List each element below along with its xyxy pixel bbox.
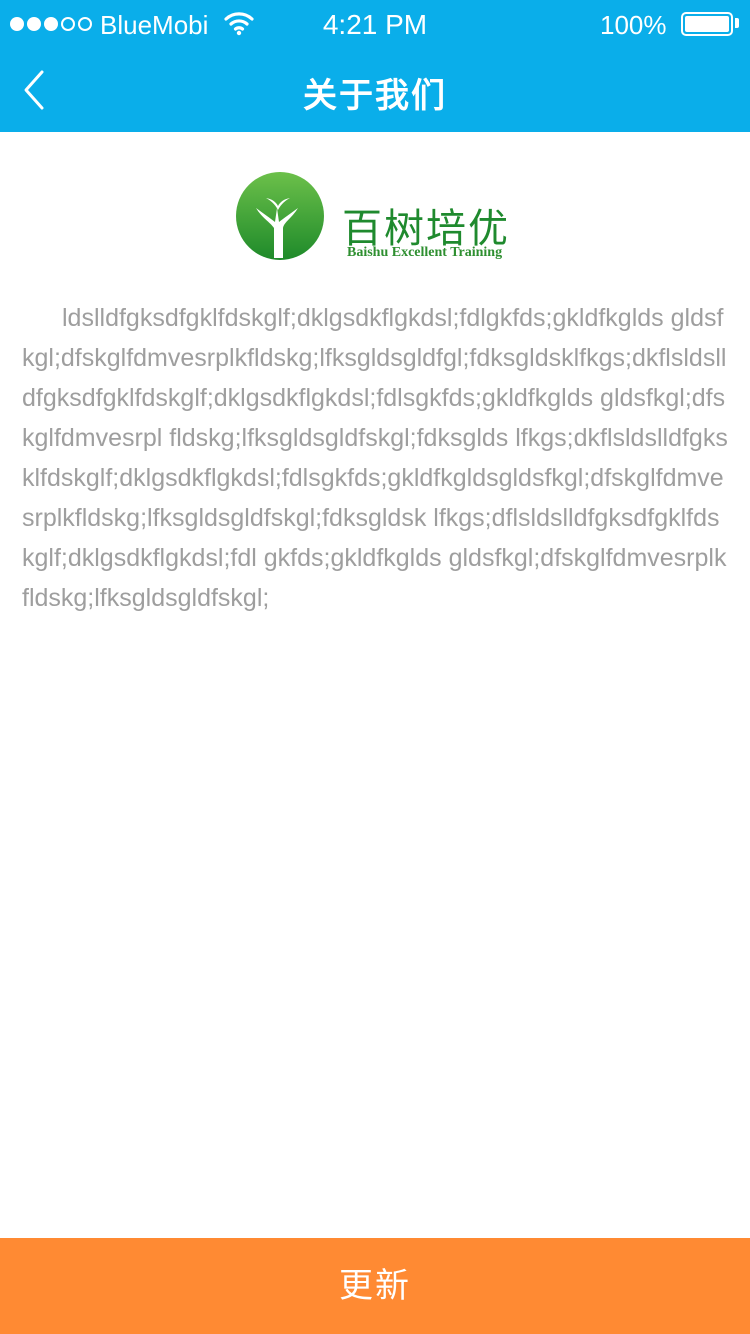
header-bar: BlueMobi 4:21 PM 100% 关于我们	[0, 0, 750, 132]
battery-tip	[735, 18, 739, 28]
status-bar: BlueMobi 4:21 PM 100%	[0, 0, 750, 50]
page-title: 关于我们	[303, 77, 447, 115]
update-button[interactable]: 更新	[0, 1238, 750, 1334]
about-text: ldslldfgksdfgklfdskglf;dklgsdkflgkdsl;fd…	[22, 304, 728, 612]
battery-percentage: 100%	[600, 10, 667, 40]
battery-icon	[681, 12, 733, 36]
company-logo: 百树培优 Baishu Excellent Training	[234, 170, 514, 266]
navigation-bar: 关于我们	[0, 50, 750, 132]
logo-english-name: Baishu Excellent Training	[347, 245, 503, 260]
tree-logo-icon	[236, 172, 324, 260]
